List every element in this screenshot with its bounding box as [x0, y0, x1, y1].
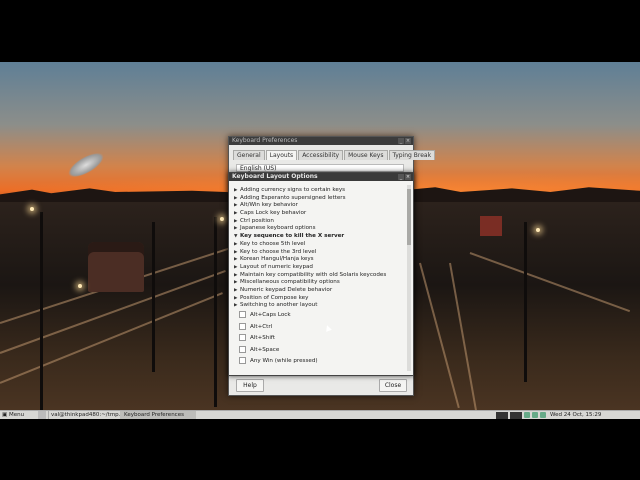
close-icon[interactable]: ×: [405, 138, 411, 144]
scrollbar[interactable]: [407, 185, 411, 371]
checkbox[interactable]: [239, 334, 246, 341]
distant-train: [480, 216, 502, 236]
option-group[interactable]: ▶ Adding currency signs to certain keys: [234, 187, 400, 195]
tab-general[interactable]: General: [233, 150, 265, 160]
options-tree: ▶ Adding currency signs to certain keys ▶…: [234, 187, 400, 371]
taskbar-item-keyboard-preferences[interactable]: Keyboard Preferences: [120, 411, 196, 419]
volume-icon[interactable]: [532, 412, 538, 418]
option-group[interactable]: ▶ Position of Compose key: [234, 295, 400, 303]
minimize-icon[interactable]: _: [398, 138, 404, 144]
checkbox[interactable]: [239, 311, 246, 318]
layout-options-dialog: Keyboard Layout Options _ × ▶ Adding curr…: [228, 172, 414, 376]
yard-light: [536, 228, 540, 232]
network-icon[interactable]: [524, 412, 530, 418]
tab-bar: General Layouts Accessibility Mouse Keys…: [233, 150, 436, 160]
catenary-pole: [40, 212, 43, 410]
yard-light: [78, 284, 82, 288]
minimize-icon[interactable]: _: [398, 174, 404, 180]
taskbar-item-terminal[interactable]: val@thinkpad480:~/tmp...: [48, 411, 121, 419]
tab-accessibility[interactable]: Accessibility: [298, 150, 344, 160]
catenary-pole: [152, 222, 155, 372]
clock[interactable]: Wed 24 Oct, 15:29: [550, 411, 601, 419]
checkbox[interactable]: [239, 322, 246, 330]
dialog-titlebar[interactable]: Keyboard Layout Options _ ×: [229, 173, 413, 181]
option-group[interactable]: ▶ Ctrl position: [234, 218, 400, 226]
option-group[interactable]: ▶ Key to choose 5th level: [234, 241, 400, 249]
system-tray: Wed 24 Oct, 15:29: [496, 411, 640, 419]
option-group[interactable]: ▶ Korean Hangul/Hanja keys: [234, 256, 400, 264]
catenary-pole: [524, 222, 527, 382]
checkbox[interactable]: [239, 345, 246, 353]
suboption-checkbox[interactable]: Alt+Shift: [234, 333, 400, 345]
option-group[interactable]: ▶ Adding Esperanto supersigned letters: [234, 195, 400, 203]
scrollbar-thumb[interactable]: [407, 189, 411, 245]
suboption-checkbox[interactable]: Alt+Space: [234, 345, 400, 357]
suboption-checkbox[interactable]: Alt+Ctrl: [234, 322, 400, 334]
option-group-expanded[interactable]: ▼ Key sequence to kill the X server: [234, 233, 400, 241]
workspace-switcher[interactable]: [510, 411, 522, 419]
option-group[interactable]: ▶ Numeric keypad Delete behavior: [234, 287, 400, 295]
tab-typing-break[interactable]: Typing Break: [388, 150, 436, 160]
battery-icon[interactable]: [540, 412, 546, 418]
close-icon[interactable]: ×: [405, 174, 411, 180]
window-title: Keyboard Preferences: [232, 137, 298, 144]
close-button[interactable]: Close: [379, 379, 407, 392]
catenary-pole: [214, 217, 217, 407]
option-group[interactable]: ▶ Alt/Win key behavior: [234, 202, 400, 210]
help-button[interactable]: Help: [236, 379, 264, 392]
suboption-checkbox[interactable]: Alt+Caps Lock: [234, 310, 400, 322]
option-group[interactable]: ▶ Japanese keyboard options: [234, 225, 400, 233]
terminal-launcher-icon[interactable]: [38, 411, 46, 419]
dialog-title: Keyboard Layout Options: [232, 173, 318, 180]
window-titlebar[interactable]: Keyboard Preferences _ ×: [229, 137, 413, 145]
yard-light: [30, 207, 34, 211]
menu-icon: ▣: [2, 412, 9, 418]
tab-mouse-keys[interactable]: Mouse Keys: [344, 150, 388, 160]
suboption-checkbox[interactable]: Any Win (while pressed): [234, 356, 400, 368]
option-group[interactable]: ▶ Maintain key compatibility with old Sol…: [234, 272, 400, 280]
taskbar: ▣ Menu val@thinkpad480:~/tmp... Keyboard…: [0, 410, 640, 419]
option-group[interactable]: ▶ Miscellaneous compatibility options: [234, 279, 400, 287]
checkbox[interactable]: [239, 357, 246, 364]
layout-list-item[interactable]: English (US): [236, 164, 404, 172]
option-group[interactable]: ▶ Caps Lock key behavior: [234, 210, 400, 218]
option-group[interactable]: ▶ Layout of numeric keypad: [234, 264, 400, 272]
workspace-switcher[interactable]: [496, 411, 508, 419]
menu-button[interactable]: ▣ Menu: [2, 411, 36, 419]
option-group[interactable]: ▶ Switching to another layout: [234, 302, 400, 310]
locomotive: [88, 242, 144, 292]
yard-light: [220, 217, 224, 221]
option-group[interactable]: ▶ Key to choose the 3rd level: [234, 249, 400, 257]
tab-layouts[interactable]: Layouts: [265, 150, 298, 160]
